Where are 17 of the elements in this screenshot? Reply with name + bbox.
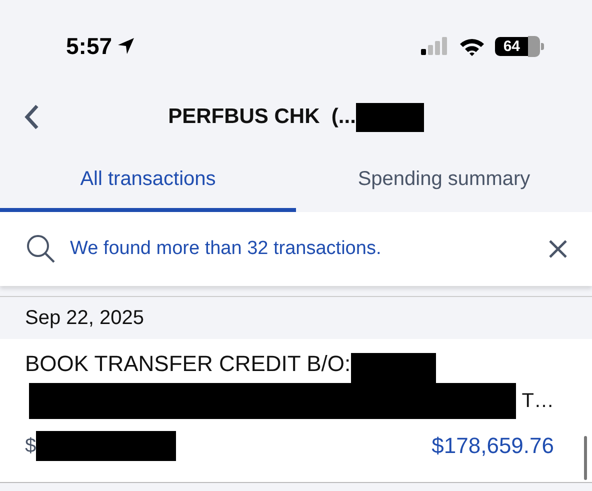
balance-prefix: $ <box>25 434 36 458</box>
close-icon[interactable] <box>548 239 568 259</box>
transaction-amount: $178,659.76 <box>432 433 554 459</box>
transaction-description[interactable]: BOOK TRANSFER CREDIT B/O: <box>25 351 351 377</box>
tab[interactable]: Spending summary <box>296 142 592 212</box>
results-message: We found more than 32 transactions. <box>70 238 382 260</box>
date-label: Sep 22, 2025 <box>25 306 144 330</box>
back-chevron-icon[interactable] <box>24 104 40 130</box>
redaction-bar <box>356 102 424 132</box>
wifi-icon <box>459 36 486 56</box>
location-arrow-icon <box>116 36 136 56</box>
account-title: PERFBUS CHK (... <box>168 105 356 129</box>
status-time: 5:57 <box>66 32 112 60</box>
search-icon <box>26 234 56 264</box>
signal-icon <box>421 37 450 55</box>
scrollbar[interactable] <box>584 436 587 480</box>
transaction-description[interactable]: T… <box>522 390 554 412</box>
